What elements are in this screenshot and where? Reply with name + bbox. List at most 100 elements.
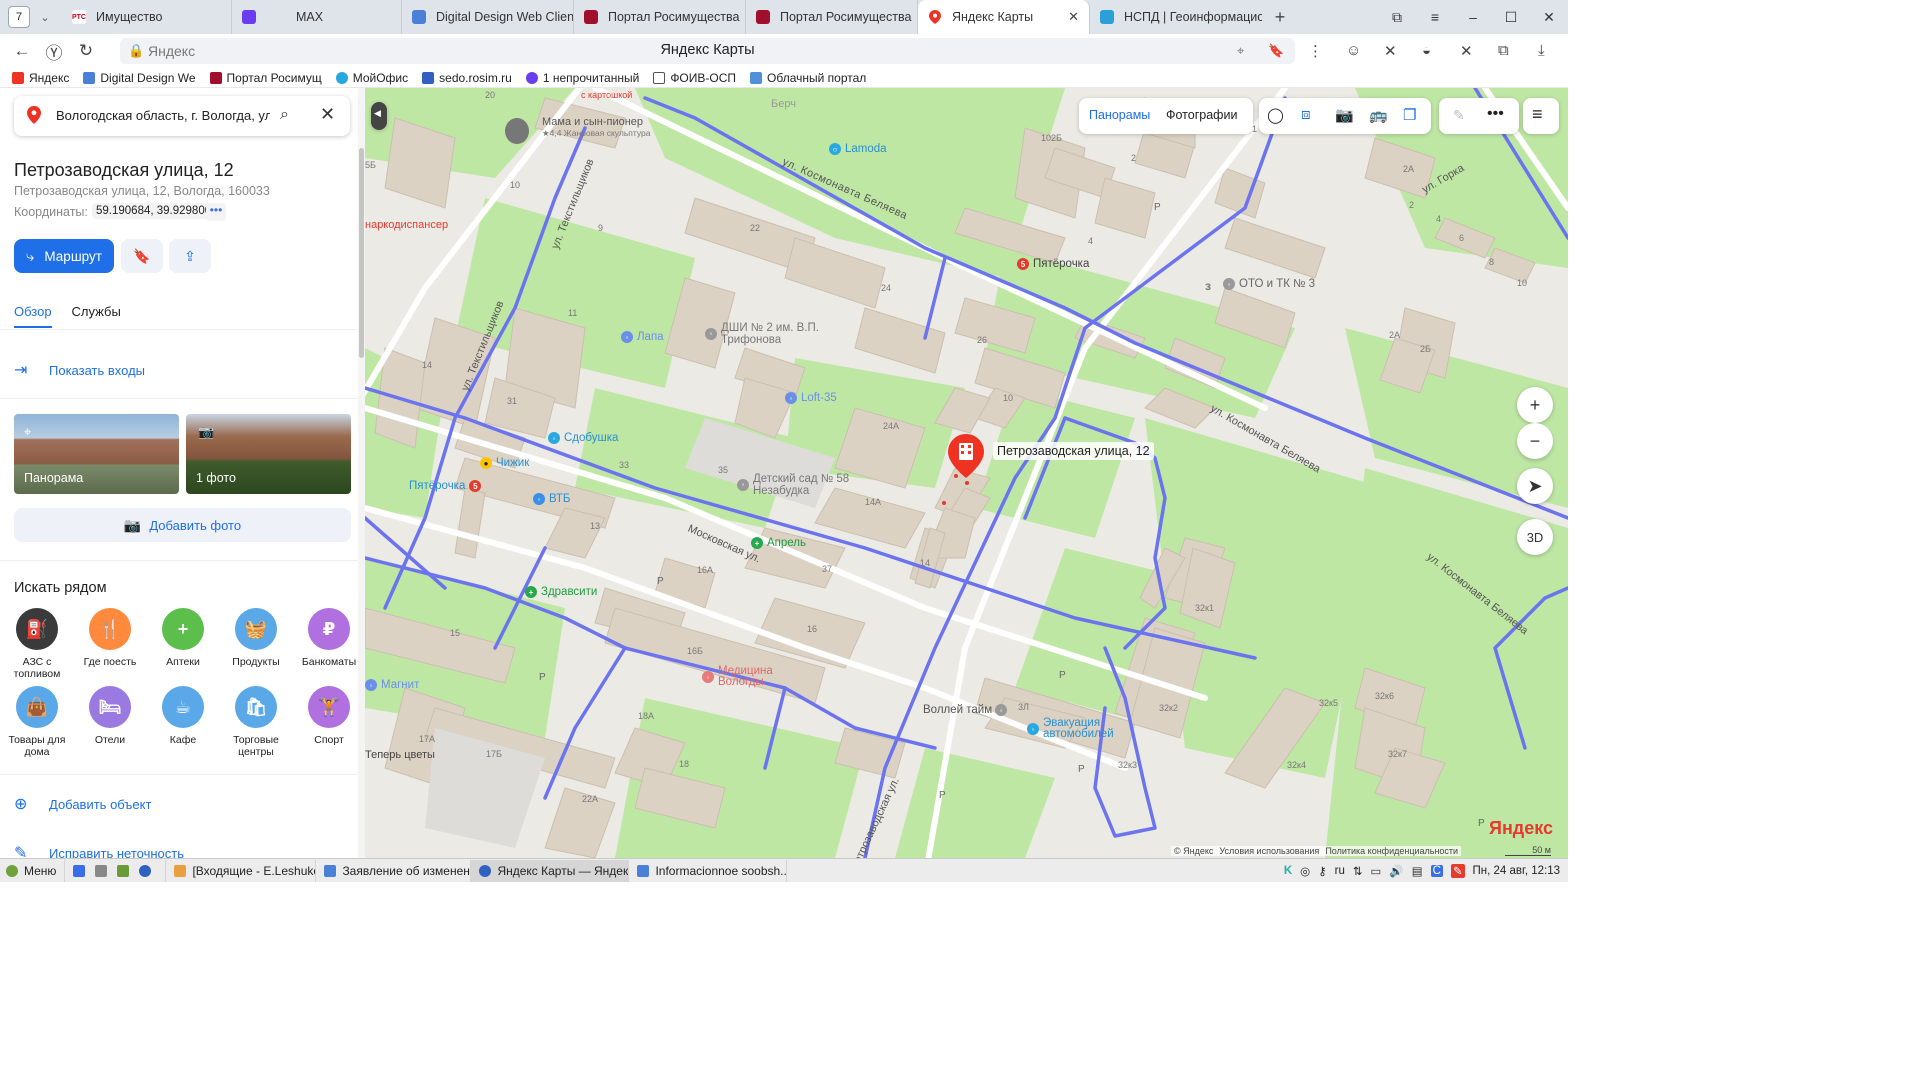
3d-button[interactable]: 3D: [1517, 519, 1553, 555]
collapse-panel-button[interactable]: ◀: [371, 102, 387, 130]
bookmark-icon[interactable]: 🔖: [1268, 43, 1284, 59]
transit-layer-icon[interactable]: 🚌: [1369, 106, 1388, 124]
extension-hat-icon[interactable]: ◒: [1422, 42, 1431, 59]
scrollbar-thumb[interactable]: [359, 148, 364, 358]
poi-loft35[interactable]: ◦ Loft-35: [785, 392, 837, 404]
panel-scrollbar[interactable]: [358, 88, 365, 858]
poi-kindergarten[interactable]: ◦ Детский сад № 58 Незабудка: [737, 473, 857, 497]
window-close-icon[interactable]: ✕: [1530, 9, 1568, 26]
bookmark-foiv[interactable]: ФОИВ-ОСП: [653, 71, 736, 85]
poi-sdobushka[interactable]: ◦ Сдобушка: [548, 432, 618, 444]
reload-icon[interactable]: ↻: [70, 41, 102, 61]
tab-overview[interactable]: Обзор: [14, 304, 52, 328]
new-tab-icon[interactable]: +: [1268, 5, 1292, 29]
privacy-link[interactable]: Политика конфиденциальности: [1325, 846, 1458, 856]
photo-thumbnail[interactable]: 📷 1 фото: [186, 414, 351, 494]
category-home-goods[interactable]: 👜 Товары для дома: [1, 686, 73, 758]
desktop-icon[interactable]: [73, 864, 86, 877]
poi-pyaterochka-1[interactable]: 5 Пятёрочка: [1017, 258, 1089, 270]
category-malls[interactable]: 🛍 Торговые центры: [220, 686, 292, 758]
category-sport[interactable]: 🏋 Спорт: [293, 686, 364, 746]
more-vertical-icon[interactable]: ⋮: [1308, 42, 1323, 60]
tab-max[interactable]: MAX: [232, 0, 402, 34]
category-cafe[interactable]: ☕ Кафе: [147, 686, 219, 746]
tab-digital-design[interactable]: Digital Design Web Client: [402, 0, 574, 34]
back-arrow-icon[interactable]: ←: [6, 41, 38, 61]
show-entrances-link[interactable]: ⇥ Показать входы: [14, 360, 145, 380]
url-field[interactable]: 🔒 Яндекс Яндекс Карты ⌖ 🔖: [120, 38, 1295, 64]
poi-magnit[interactable]: ◦ Магнит: [365, 679, 419, 691]
zoom-out-button[interactable]: −: [1517, 423, 1553, 459]
network-icon[interactable]: ⇅: [1353, 864, 1363, 878]
my-location-button[interactable]: ➤: [1517, 468, 1553, 504]
category-food[interactable]: 🍴 Где поесть: [74, 608, 146, 668]
volume-icon[interactable]: 🔊: [1389, 864, 1403, 878]
ruler-icon[interactable]: ✎: [1453, 107, 1465, 124]
task-yandex-maps[interactable]: Яндекс Карты — Яндекс...: [471, 859, 630, 882]
poi-chizhik[interactable]: ● Чижик: [480, 457, 529, 469]
files-icon[interactable]: [117, 864, 130, 877]
category-groceries[interactable]: 🧺 Продукты: [220, 608, 292, 668]
more-icon[interactable]: •••: [1487, 105, 1504, 123]
category-fuel[interactable]: ⛽ АЗС с топливом: [1, 608, 73, 680]
language-indicator[interactable]: ru: [1335, 865, 1345, 877]
key-icon[interactable]: ⚷: [1318, 864, 1326, 878]
bookmark-unread[interactable]: 1 непрочитанный: [525, 71, 639, 85]
tab-services[interactable]: Службы: [72, 304, 121, 328]
browser-icon[interactable]: [139, 864, 152, 877]
kaspersky-icon[interactable]: K: [1284, 865, 1292, 877]
category-atm[interactable]: ₽ Банкоматы: [293, 608, 364, 668]
bookmark-cloud-portal[interactable]: Облачный портал: [750, 71, 866, 85]
tab-close-icon[interactable]: ✕: [1060, 9, 1079, 25]
poi-volley-time[interactable]: Воллей тайм ◦: [923, 704, 1011, 716]
task-mail[interactable]: [Входящие - E.Leshukov...: [166, 859, 317, 882]
poi-vtb[interactable]: ◦ ВТБ: [533, 493, 570, 505]
bookmark-portal-rosim[interactable]: Портал Росимущ: [209, 71, 322, 85]
extension-avatar-icon[interactable]: ☺: [1346, 42, 1361, 59]
panorama-thumbnail[interactable]: ⌖ Панорама: [14, 414, 179, 494]
hamburger-menu-button[interactable]: ≡: [1523, 98, 1559, 134]
poi-oto[interactable]: ◦ ОТО и ТК № 3: [1223, 278, 1315, 290]
bookmark-yandex[interactable]: Яндекс: [12, 71, 69, 85]
poi-aprel[interactable]: + Апрель: [751, 537, 806, 549]
poi-pyaterochka-2[interactable]: Пятёрочка 5: [409, 480, 485, 492]
clock[interactable]: Пн, 24 авг, 12:13: [1473, 865, 1560, 877]
poi-lamoda[interactable]: ○ Lamoda: [829, 143, 887, 155]
location-icon[interactable]: ⌖: [1237, 43, 1244, 59]
photos-button[interactable]: Фотографии: [1166, 108, 1237, 122]
poi-zdravsiti[interactable]: + Здравсити: [525, 586, 597, 598]
terminal-icon[interactable]: [95, 864, 108, 877]
extension-k-icon[interactable]: ✕: [1384, 42, 1397, 60]
zoom-in-button[interactable]: +: [1517, 387, 1553, 423]
route-button[interactable]: ⤷ Маршрут: [14, 239, 114, 273]
panoramas-button[interactable]: Панорамы: [1089, 108, 1150, 122]
map-canvas[interactable]: Панорамы Фотографии ◯ ⧈ 📷 🚌 ❐ ✎ ••• ≡ ◀ …: [365, 88, 1568, 858]
poi-sculpture[interactable]: Мама и сын-пионер ★4,4 Жанровая скульпту…: [505, 116, 650, 144]
yandex-home-icon[interactable]: Ⓨ: [38, 39, 70, 64]
tray-app-icon[interactable]: ◎: [1300, 864, 1310, 878]
tabs-menu-chevron-icon[interactable]: ⌄: [34, 11, 56, 24]
search-box[interactable]: Вологодская область, г. Вологда, ул. П ⌕…: [14, 96, 350, 136]
poi-art-school[interactable]: ◦ ДШИ № 2 им. В.П. Трифонова: [705, 322, 825, 346]
layers-icon[interactable]: ❐: [1403, 106, 1416, 124]
minimize-icon[interactable]: –: [1454, 9, 1492, 25]
search-icon[interactable]: ⌕: [280, 106, 289, 124]
bookmark-digital-design[interactable]: Digital Design We: [83, 71, 196, 85]
coordinates-value[interactable]: 59.190684, 39.929800: [92, 203, 216, 219]
bookmark-sedo[interactable]: sedo.rosim.ru: [422, 71, 512, 85]
tab-portal-rosim-2[interactable]: Портал Росимущества: [746, 0, 918, 34]
poi-lapa[interactable]: ◦ Лапа: [621, 331, 664, 343]
extension-puzzle-icon[interactable]: ⧉: [1498, 42, 1509, 59]
clipboard-icon[interactable]: ▤: [1412, 864, 1423, 878]
tab-yandex-maps[interactable]: Яндекс Карты ✕: [918, 0, 1090, 34]
tab-count-badge[interactable]: 7: [8, 6, 30, 28]
poi-evacuation[interactable]: ◦ Эвакуация автомобилей: [1027, 717, 1127, 740]
selected-location-marker[interactable]: [946, 432, 986, 480]
tab-imushchestvo[interactable]: РТС Имущество: [62, 0, 232, 34]
start-menu-button[interactable]: Меню: [0, 859, 66, 882]
browser-menu-icon[interactable]: ≡: [1416, 9, 1454, 25]
tab-portal-rosim-1[interactable]: Портал Росимущества: [574, 0, 746, 34]
add-photo-button[interactable]: 📷 Добавить фото: [14, 508, 351, 542]
panorama-layer-icon[interactable]: ⧈: [1301, 106, 1311, 123]
extension-k2-icon[interactable]: ✕: [1460, 42, 1473, 60]
